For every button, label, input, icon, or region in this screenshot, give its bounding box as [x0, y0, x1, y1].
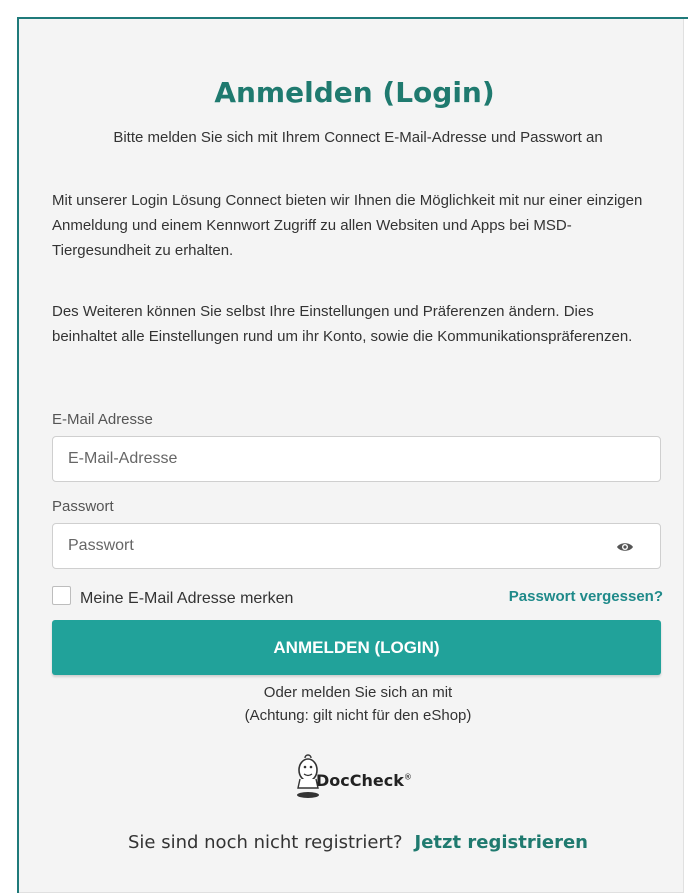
email-field[interactable] [53, 437, 608, 481]
password-field-box [52, 523, 661, 569]
register-prompt-text: Sie sind noch nicht registriert? [127, 832, 403, 853]
intro-paragraph-2: Des Weiteren können Sie selbst Ihre Eins… [52, 303, 633, 345]
doccheck-wordmark: DocCheck® [316, 771, 412, 790]
alternative-login-note: (Achtung: gilt nicht für den eShop) [244, 707, 472, 724]
doccheck-login-button[interactable]: DocCheck® [296, 752, 426, 800]
page-subtitle: Bitte melden Sie sich mit Ihrem Connect … [113, 129, 603, 146]
intro-paragraph-1: Mit unserer Login Lösung Connect bieten … [52, 192, 643, 259]
password-label: Passwort [52, 498, 114, 515]
forgot-password-link[interactable]: Passwort vergessen? [509, 588, 663, 605]
page-title: Anmelden (Login) [214, 76, 495, 109]
email-field-box [52, 436, 661, 482]
alternative-login-text: Oder melden Sie sich an mit [263, 684, 453, 701]
password-field[interactable] [53, 524, 608, 568]
eye-icon[interactable] [616, 539, 634, 555]
remember-label: Meine E-Mail Adresse merken [80, 590, 294, 607]
register-link[interactable]: Jetzt registrieren [415, 832, 588, 853]
login-button[interactable]: ANMELDEN (LOGIN) [52, 620, 661, 675]
email-label: E-Mail Adresse [52, 411, 153, 428]
remember-checkbox[interactable] [52, 586, 71, 605]
register-prompt: Sie sind noch nicht registriert? Jetzt re… [0, 832, 691, 853]
